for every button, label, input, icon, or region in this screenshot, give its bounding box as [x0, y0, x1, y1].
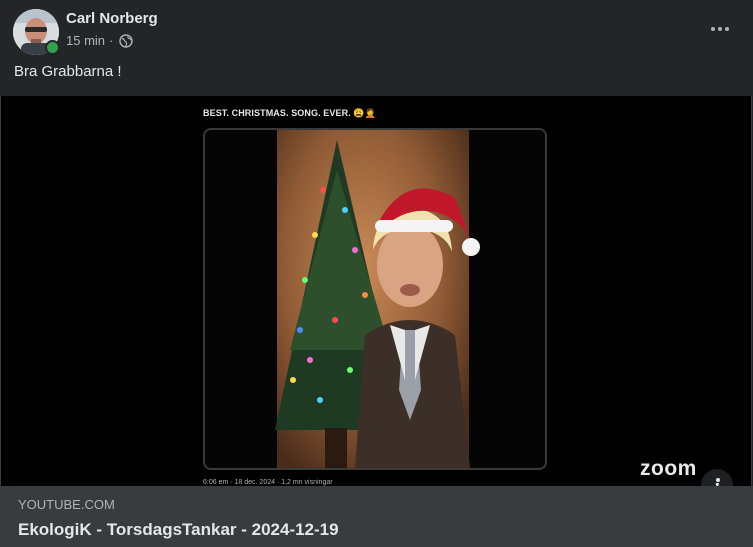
online-status-dot: [45, 40, 60, 55]
feed-post: Carl Norberg 15 min · Bra Grabbarna ! BE…: [0, 0, 753, 547]
video-frame: [203, 128, 547, 470]
more-options-button[interactable]: [705, 16, 735, 42]
post-header: Carl Norberg 15 min ·: [0, 0, 753, 62]
post-meta: 15 min ·: [66, 33, 134, 48]
video-thumbnail[interactable]: BEST. CHRISTMAS. SONG. EVER. 😩🤦 6:06 em …: [0, 96, 752, 486]
link-preview[interactable]: YOUTUBE.COM EkologiK - TorsdagsTankar - …: [0, 486, 753, 547]
globe-icon: [119, 33, 134, 48]
christmas-scene-image: [205, 130, 545, 468]
link-domain: YOUTUBE.COM: [18, 497, 115, 512]
post-text: Bra Grabbarna !: [14, 63, 122, 80]
tweet-caption: BEST. CHRISTMAS. SONG. EVER. 😩🤦: [203, 108, 377, 118]
author-name[interactable]: Carl Norberg: [66, 10, 158, 27]
tweet-footer: 6:06 em · 18 dec. 2024 · 1,2 mn visninga…: [203, 479, 333, 486]
post-time[interactable]: 15 min: [66, 33, 105, 48]
meta-separator: ·: [109, 33, 114, 48]
link-title[interactable]: EkologiK - TorsdagsTankar - 2024-12-19: [18, 520, 339, 540]
zoom-logo: zoom: [640, 457, 697, 480]
